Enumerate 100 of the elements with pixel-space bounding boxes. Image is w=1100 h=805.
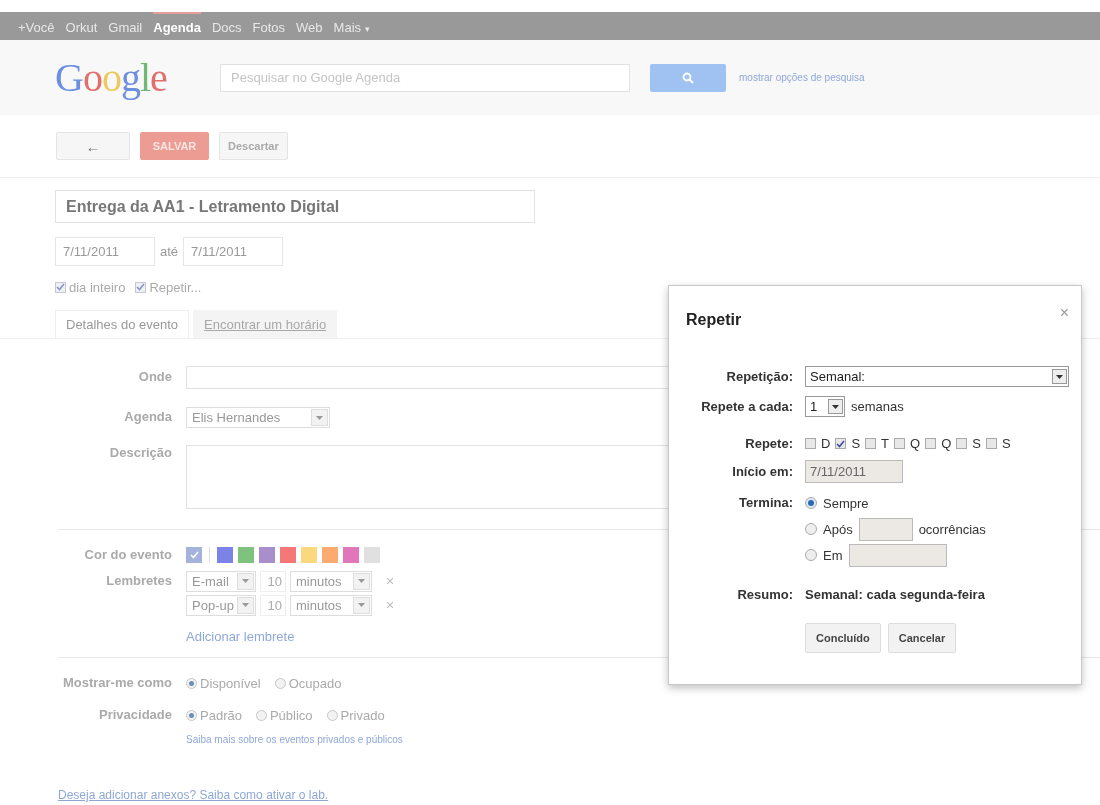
attachments-link[interactable]: Deseja adicionar anexos? Saiba como ativar o lab. <box>58 788 329 802</box>
radio-label: Em <box>823 547 843 563</box>
checkbox[interactable] <box>55 281 66 293</box>
radio-label: Padrão <box>200 707 242 723</box>
reminder-unit-select[interactable]: minutos <box>290 570 372 592</box>
color-swatch[interactable] <box>364 547 380 563</box>
day-checkbox[interactable] <box>985 438 997 449</box>
day-label: D <box>821 436 831 451</box>
radio-label: Ocupado <box>288 675 342 691</box>
checkbox[interactable] <box>135 281 147 293</box>
field-label: Agenda <box>123 408 172 426</box>
summary-text: Semanal: cada segunda-feira <box>805 587 986 602</box>
nav-link[interactable]: +Você <box>18 12 55 40</box>
color-swatch[interactable] <box>217 547 233 563</box>
nav-link[interactable]: Gmail <box>108 12 143 40</box>
reminder-method-select[interactable]: E-mail <box>186 570 256 592</box>
field-label: Resumo: <box>736 587 793 602</box>
day-checkbox[interactable] <box>865 438 877 449</box>
radio-button[interactable] <box>805 523 817 535</box>
field-label: Onde <box>137 368 172 386</box>
search-icon <box>682 71 694 84</box>
color-swatch[interactable] <box>186 547 202 563</box>
remove-reminder-button[interactable]: × <box>386 573 395 589</box>
day-checkbox[interactable] <box>925 438 937 449</box>
search-field[interactable]: Pesquisar no Google Agenda <box>220 63 630 92</box>
reminder-method-select[interactable]: Pop-up <box>186 594 256 616</box>
nav-link[interactable]: Orkut <box>65 12 98 40</box>
radio-button[interactable] <box>255 709 267 721</box>
radio-label: Disponível <box>200 675 261 691</box>
field-label: Termina: <box>738 495 793 510</box>
day-checkbox[interactable] <box>956 438 968 449</box>
color-swatch[interactable] <box>280 547 296 563</box>
day-label: Q <box>941 436 952 451</box>
nav-link[interactable]: Mais ▾ <box>333 12 370 40</box>
color-swatch[interactable] <box>259 547 275 563</box>
field-label: Início em: <box>731 464 793 479</box>
calendar-select[interactable]: Elis Hernandes <box>186 407 330 428</box>
color-swatch[interactable] <box>322 547 338 563</box>
reminder-amount-field[interactable]: 10 <box>260 570 286 592</box>
occurrences-label: ocorrências <box>918 521 986 537</box>
day-checkbox[interactable] <box>835 438 847 449</box>
day-label: S <box>1001 436 1011 451</box>
start-date-field[interactable]: 7/11/2011 <box>55 237 155 266</box>
day-label: S <box>972 436 981 451</box>
radio-button[interactable] <box>186 677 197 689</box>
radio-label: Público <box>269 707 313 723</box>
end-date-field[interactable]: 7/11/2011 <box>183 237 284 266</box>
checkbox-label: dia inteiro <box>69 279 126 295</box>
until-label: até <box>160 244 179 259</box>
color-swatch[interactable] <box>343 547 359 563</box>
search-button[interactable] <box>650 63 726 92</box>
interval-unit: semanas <box>851 399 904 414</box>
nav-link[interactable]: Fotos <box>252 12 286 40</box>
radio-button[interactable] <box>805 549 817 561</box>
remove-reminder-button[interactable]: × <box>386 597 395 613</box>
radio-label: Após <box>823 521 853 537</box>
field-label: Privacidade <box>98 706 172 724</box>
add-reminder-link[interactable]: Adicionar lembrete <box>186 629 295 644</box>
reminder-unit-select[interactable]: minutos <box>290 594 372 616</box>
day-label: S <box>851 436 861 451</box>
nav-link[interactable]: Web <box>296 12 323 40</box>
radio-button[interactable] <box>805 497 817 509</box>
discard-button[interactable]: Descartar <box>219 132 288 160</box>
end-date-field[interactable] <box>848 543 947 567</box>
field-label: Cor do evento <box>83 546 172 564</box>
occurrences-field[interactable] <box>858 517 913 541</box>
field-label: Mostrar-me como <box>61 674 172 692</box>
radio-label: Privado <box>340 707 385 723</box>
color-swatch[interactable] <box>301 547 317 563</box>
close-button[interactable]: × <box>1059 304 1069 322</box>
field-label: Descrição <box>108 444 172 462</box>
day-checkbox[interactable] <box>805 438 816 449</box>
radio-button[interactable] <box>274 677 286 689</box>
radio-button[interactable] <box>186 709 197 721</box>
tab[interactable]: Detalhes do evento <box>55 310 190 338</box>
checkbox-label: Repetir... <box>149 279 202 295</box>
event-title-field[interactable]: Entrega da AA1 - Letramento Digital <box>55 190 535 223</box>
dialog-button[interactable]: Concluído <box>805 623 881 653</box>
google-logo: Google <box>55 54 168 101</box>
radio-button[interactable] <box>326 709 338 721</box>
field-label: Lembretes <box>105 572 172 590</box>
field-label: Repete a cada: <box>700 399 793 414</box>
back-button[interactable]: ← <box>56 132 130 160</box>
day-label: T <box>881 436 889 451</box>
save-button[interactable]: SALVAR <box>140 132 209 160</box>
interval-select[interactable]: 1 <box>805 396 845 417</box>
search-options-link[interactable]: mostrar opções de pesquisa <box>739 72 865 83</box>
dialog-button[interactable]: Cancelar <box>887 623 957 653</box>
reminder-amount-field[interactable]: 10 <box>260 594 286 616</box>
tab[interactable]: Encontrar um horário <box>193 310 338 338</box>
dialog-title: Repetir <box>686 311 742 329</box>
nav-link[interactable]: Docs <box>211 12 242 40</box>
day-label: Q <box>910 436 921 451</box>
day-checkbox[interactable] <box>894 438 905 449</box>
start-date-field[interactable]: 7/11/2011 <box>805 460 903 483</box>
privacy-info-link[interactable]: Saiba mais sobre os eventos privados e públicos <box>186 734 1100 745</box>
color-swatch[interactable] <box>238 547 254 563</box>
repeat-select[interactable]: Semanal: <box>805 366 1069 387</box>
radio-label: Sempre <box>823 495 869 511</box>
field-label: Repete: <box>744 436 793 451</box>
